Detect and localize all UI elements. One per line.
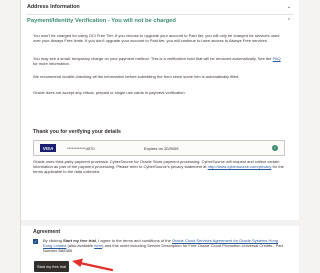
annotation-arrow-icon xyxy=(72,258,114,272)
